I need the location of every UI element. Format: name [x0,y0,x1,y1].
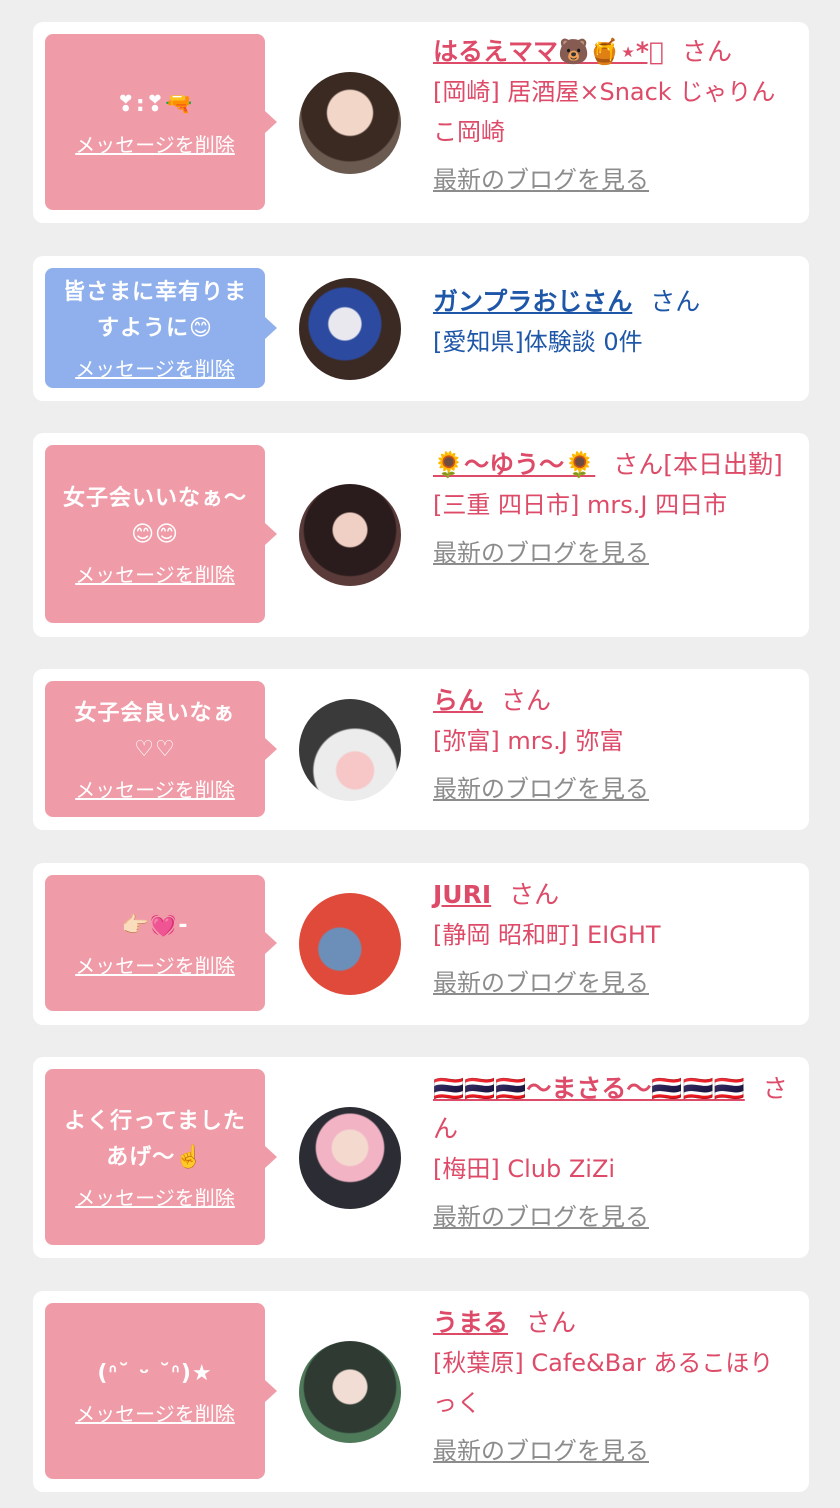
shop-info: [三重 四日市] mrs.J 四日市 [433,491,728,519]
message-card: よく行ってましたあげ〜☝️ メッセージを削除 🇹🇭🇹🇭🇹🇭〜まさる〜🇹🇭🇹🇭🇹🇭… [33,1057,809,1258]
message-text: 皆さまに幸有りますように😊 [62,279,247,341]
honorific: さん [501,686,552,715]
delete-message-link[interactable]: メッセージを削除 [75,1398,235,1427]
message-bubble: よく行ってましたあげ〜☝️ メッセージを削除 [45,1069,277,1245]
message-list: ❣:❣🔫 メッセージを削除 はるえママ🐻🍯⋆*ﾟ さん [岡崎] 居酒屋×Snac… [0,0,840,1508]
message-bubble: 👉🏻💓- メッセージを削除 [45,875,277,1011]
delete-message-link[interactable]: メッセージを削除 [75,774,235,803]
latest-blog-link[interactable]: 最新のブログを見る [433,965,793,1001]
avatar[interactable] [299,893,401,995]
avatar[interactable] [299,699,401,801]
honorific: さん[本日出勤] [613,450,783,479]
honorific: さん [650,287,701,316]
avatar[interactable] [299,484,401,586]
user-name-link[interactable]: うまる [433,1308,508,1337]
message-card: ❣:❣🔫 メッセージを削除 はるえママ🐻🍯⋆*ﾟ さん [岡崎] 居酒屋×Snac… [33,22,809,223]
user-name-link[interactable]: 🇹🇭🇹🇭🇹🇭〜まさる〜🇹🇭🇹🇭🇹🇭 [433,1074,745,1103]
latest-blog-link[interactable]: 最新のブログを見る [433,535,793,571]
honorific: さん [681,37,732,66]
shop-info: [岡崎] 居酒屋×Snack じゃりんこ岡崎 [433,78,776,146]
avatar[interactable] [299,72,401,174]
message-card: 女子会いいなぁ〜😊😊 メッセージを削除 🌻〜ゆう〜🌻 さん[本日出勤] [三重 四… [33,433,809,637]
shop-info: [弥富] mrs.J 弥富 [433,727,624,755]
message-card: (ᐢ˘ ᵕ ˘ᐢ)★ メッセージを削除 うまる さん [秋葉原] Cafe&Bar… [33,1291,809,1492]
message-bubble: (ᐢ˘ ᵕ ˘ᐢ)★ メッセージを削除 [45,1303,277,1479]
honorific: さん [509,880,560,909]
user-name-link[interactable]: 🌻〜ゆう〜🌻 [433,450,595,479]
avatar[interactable] [299,278,401,380]
message-bubble: 皆さまに幸有りますように😊 メッセージを削除 [45,268,277,388]
delete-message-link[interactable]: メッセージを削除 [75,353,235,382]
delete-message-link[interactable]: メッセージを削除 [75,1182,235,1211]
message-text: 女子会いいなぁ〜😊😊 [62,485,247,547]
message-bubble: 女子会いいなぁ〜😊😊 メッセージを削除 [45,445,277,623]
message-text: 女子会良いなぁ♡♡ [74,700,236,762]
latest-blog-link[interactable]: 最新のブログを見る [433,162,793,198]
delete-message-link[interactable]: メッセージを削除 [75,559,235,588]
message-bubble: 女子会良いなぁ♡♡ メッセージを削除 [45,681,277,817]
message-bubble: ❣:❣🔫 メッセージを削除 [45,34,277,210]
message-text: 👉🏻💓- [121,912,189,938]
shop-info: [秋葉原] Cafe&Bar あるこほりっく [433,1349,774,1417]
delete-message-link[interactable]: メッセージを削除 [75,129,235,158]
latest-blog-link[interactable]: 最新のブログを見る [433,1199,793,1235]
avatar[interactable] [299,1107,401,1209]
message-text: よく行ってましたあげ〜☝️ [64,1108,246,1170]
delete-message-link[interactable]: メッセージを削除 [75,950,235,979]
user-name-link[interactable]: はるえママ🐻🍯⋆*ﾟ [433,37,664,66]
message-text: ❣:❣🔫 [116,91,194,117]
user-name-link[interactable]: ガンプラおじさん [433,287,632,316]
shop-info: [静岡 昭和町] EIGHT [433,921,661,949]
user-name-link[interactable]: JURI [433,880,491,909]
latest-blog-link[interactable]: 最新のブログを見る [433,1433,793,1469]
avatar[interactable] [299,1341,401,1443]
message-card: 皆さまに幸有りますように😊 メッセージを削除 ガンプラおじさん さん [愛知県]体… [33,256,809,401]
message-card: 女子会良いなぁ♡♡ メッセージを削除 らん さん [弥富] mrs.J 弥富 最新… [33,669,809,830]
honorific: さん [526,1308,577,1337]
message-text: (ᐢ˘ ᵕ ˘ᐢ)★ [97,1360,213,1386]
message-card: 👉🏻💓- メッセージを削除 JURI さん [静岡 昭和町] EIGHT 最新のブ… [33,863,809,1025]
user-name-link[interactable]: らん [433,686,483,715]
latest-blog-link[interactable]: 最新のブログを見る [433,771,793,807]
shop-info: [愛知県]体験談 0件 [433,328,643,356]
shop-info: [梅田] Club ZiZi [433,1155,616,1183]
